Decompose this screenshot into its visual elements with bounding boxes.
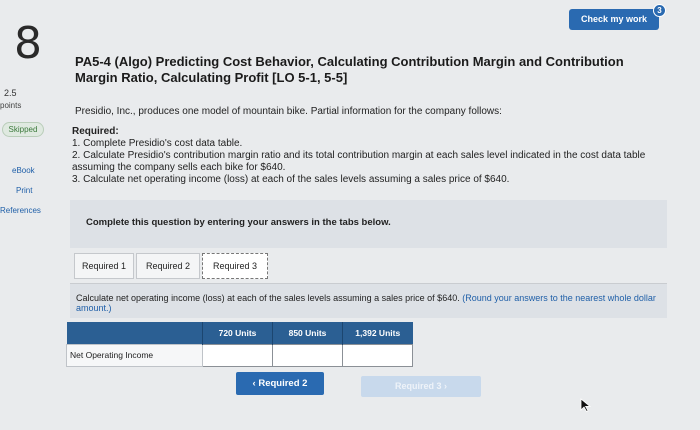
status-badge: Skipped — [2, 122, 44, 137]
answer-cell — [272, 343, 343, 367]
answer-table: 720 Units 850 Units 1,392 Units Net Oper… — [66, 322, 413, 367]
column-header: 1,392 Units — [342, 322, 413, 344]
required-heading: Required: — [72, 126, 119, 137]
table-header-row: 720 Units 850 Units 1,392 Units — [66, 322, 413, 344]
mouse-cursor-icon — [580, 398, 592, 412]
ebook-link[interactable]: eBook — [12, 166, 35, 175]
next-required-button[interactable]: Required 3 › — [361, 376, 481, 397]
noi-720-input[interactable] — [203, 344, 272, 366]
instruction-text: Calculate net operating income (loss) at… — [76, 293, 460, 303]
chevron-right-icon: › — [441, 381, 447, 391]
required-item: 2. Calculate Presidio's contribution mar… — [72, 150, 646, 173]
complete-prompt: Complete this question by entering your … — [86, 217, 391, 228]
check-my-work-button[interactable]: Check my work — [569, 9, 659, 30]
answer-cell — [342, 343, 413, 367]
required-item: 1. Complete Presidio's cost data table. — [72, 138, 243, 149]
points-label: points — [0, 101, 22, 110]
references-link[interactable]: References — [0, 206, 41, 215]
column-header: 720 Units — [202, 322, 273, 344]
problem-intro: Presidio, Inc., produces one model of mo… — [75, 106, 502, 117]
header-blank-cell — [66, 322, 203, 344]
prev-button-label: Required 2 — [258, 378, 308, 389]
table-row: Net Operating Income — [66, 343, 413, 367]
tab-required-1[interactable]: Required 1 — [74, 253, 134, 279]
instructions-panel: Complete this question by entering your … — [70, 200, 667, 248]
task-instruction: Calculate net operating income (loss) at… — [76, 293, 661, 313]
attempts-badge: 3 — [653, 4, 666, 17]
prev-required-button[interactable]: ‹ Required 2 — [236, 372, 324, 395]
column-header: 850 Units — [272, 322, 343, 344]
task-instruction-panel: Calculate net operating income (loss) at… — [70, 284, 667, 318]
problem-title: PA5-4 (Algo) Predicting Cost Behavior, C… — [75, 54, 624, 85]
noi-1392-input[interactable] — [343, 344, 412, 366]
tab-bar: Required 1 Required 2 Required 3 — [70, 248, 667, 284]
question-number: 8 — [14, 18, 42, 69]
tab-required-2[interactable]: Required 2 — [136, 253, 200, 279]
tab-required-3[interactable]: Required 3 — [202, 253, 268, 279]
required-block: Required: 1. Complete Presidio's cost da… — [72, 126, 662, 186]
noi-850-input[interactable] — [273, 344, 342, 366]
print-link[interactable]: Print — [16, 186, 32, 195]
next-button-label: Required 3 — [394, 381, 442, 391]
row-label: Net Operating Income — [66, 343, 203, 367]
points-value: 2.5 — [4, 88, 17, 98]
answer-cell — [202, 343, 273, 367]
required-item: 3. Calculate net operating income (loss)… — [72, 174, 510, 185]
